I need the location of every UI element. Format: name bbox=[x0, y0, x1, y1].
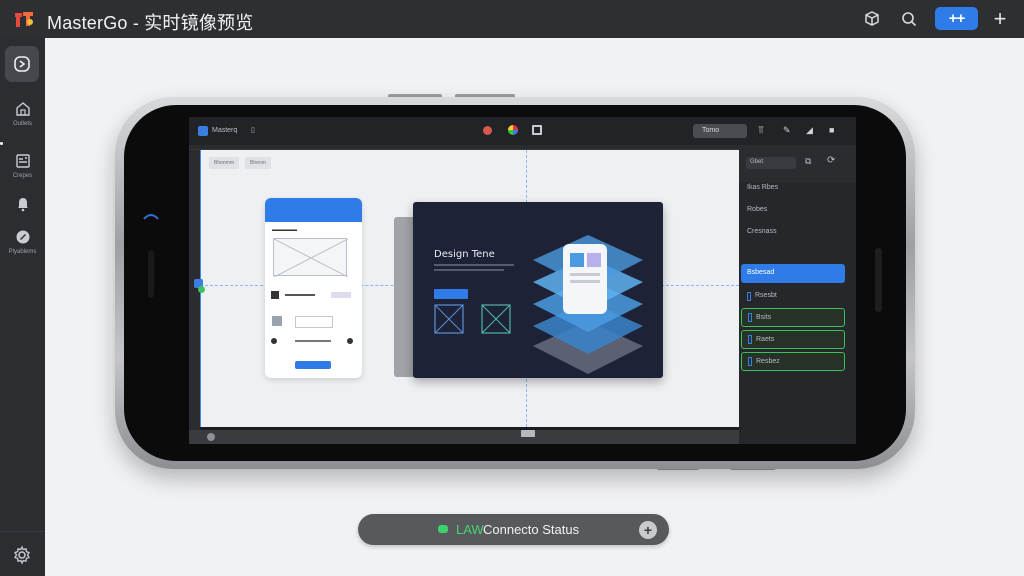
layer-item[interactable]: Ikas Rbes bbox=[741, 179, 845, 198]
layer-item[interactable]: Cresnass bbox=[741, 223, 845, 242]
layer-item-selected[interactable]: Bsbesad bbox=[741, 264, 845, 283]
artboard-chip[interactable]: Bhenmm bbox=[209, 157, 240, 169]
mobile-mockup[interactable]: ▬▬▬▬▬ bbox=[265, 198, 362, 378]
sidebar-item-notifications[interactable] bbox=[0, 195, 45, 213]
mockup-header bbox=[265, 198, 362, 222]
sidebar-item-outlets[interactable]: Outlets bbox=[0, 100, 45, 127]
mirror-icon bbox=[14, 56, 30, 72]
mirror-preview-button[interactable] bbox=[5, 46, 39, 82]
panel-header: Gbet bbox=[750, 159, 764, 165]
layers-icon bbox=[15, 154, 30, 168]
zoom-label: Tomo bbox=[702, 127, 720, 134]
sidebar-item-crepes[interactable]: Crepes bbox=[0, 152, 45, 179]
search-icon[interactable] bbox=[898, 8, 920, 30]
settings-icon[interactable] bbox=[207, 433, 215, 441]
refresh-icon[interactable]: ⟳ bbox=[827, 155, 835, 166]
connection-indicator-icon bbox=[438, 525, 448, 533]
image-placeholder bbox=[434, 304, 464, 334]
sidebar-divider bbox=[0, 531, 45, 532]
sidebar-item-plugins[interactable]: Plyablems bbox=[0, 228, 45, 255]
list-item bbox=[271, 291, 355, 301]
sidebar-item-label: Crepes bbox=[12, 173, 33, 179]
text-tool-icon[interactable]: ⫪ bbox=[758, 125, 764, 136]
image-placeholder bbox=[273, 238, 349, 278]
layer-item[interactable]: Bsits bbox=[741, 308, 845, 327]
home-icon bbox=[15, 102, 30, 116]
camera-icon bbox=[143, 214, 159, 220]
record-icon[interactable] bbox=[483, 126, 492, 135]
add-connection-button[interactable]: + bbox=[639, 521, 657, 539]
copy-icon[interactable]: ⧉ bbox=[805, 156, 811, 167]
mirror-app-name: Masterq bbox=[212, 127, 238, 134]
design-card-button bbox=[434, 289, 468, 299]
mirror-toolbar: Masterq ▯ Tomo ⫪ ✎ ◢ ■ bbox=[189, 117, 856, 145]
title-bar: MasterGo - 实时镜像预览 ++ + bbox=[0, 0, 1024, 38]
phone-speaker bbox=[875, 248, 882, 312]
phone-notch bbox=[148, 250, 154, 298]
text-line bbox=[434, 264, 514, 266]
pen-tool-icon[interactable]: ✎ bbox=[783, 125, 791, 136]
app-window: MasterGo - 实时镜像预览 ++ + Outlets Crepes Pl… bbox=[0, 0, 1024, 576]
add-button[interactable]: + bbox=[989, 6, 1011, 31]
connection-status-label: Connecto Status bbox=[483, 522, 580, 537]
sidebar-item-label: Plyablems bbox=[8, 249, 37, 255]
resize-handle[interactable] bbox=[521, 430, 535, 437]
artboard-footer bbox=[189, 430, 739, 444]
shape-tool-icon[interactable]: ◢ bbox=[806, 125, 813, 136]
layer-item[interactable]: Rsesbt bbox=[741, 287, 845, 306]
device-screen: Masterq ▯ Tomo ⫪ ✎ ◢ ■ Bhenmm Bhenm ▬▬▬▬… bbox=[189, 117, 856, 444]
guide-anchor[interactable] bbox=[198, 286, 205, 293]
list-item bbox=[271, 316, 355, 328]
layer-item[interactable]: Resbez bbox=[741, 352, 845, 371]
layer-item[interactable]: Robes bbox=[741, 201, 845, 220]
window-title: MasterGo - 实时镜像预览 bbox=[47, 13, 254, 33]
gear-icon[interactable] bbox=[12, 545, 32, 565]
text-line bbox=[434, 269, 504, 271]
layers-illustration bbox=[533, 235, 643, 374]
app-logo bbox=[198, 126, 208, 136]
artboard-chips: Bhenmm Bhenm bbox=[209, 157, 271, 169]
left-sidebar: Outlets Crepes Plyablems bbox=[0, 38, 45, 576]
fill-tool-icon[interactable]: ■ bbox=[829, 125, 834, 135]
layer-item[interactable]: Raets bbox=[741, 330, 845, 349]
file-icon[interactable]: ▯ bbox=[251, 126, 255, 134]
mockup-title: ▬▬▬▬▬ bbox=[272, 227, 297, 233]
share-button[interactable]: ++ bbox=[935, 7, 978, 30]
image-placeholder bbox=[481, 304, 511, 334]
mastergo-logo bbox=[15, 12, 33, 27]
artboard-chip[interactable]: Bhenm bbox=[245, 157, 271, 169]
connection-indicator-label: LAW bbox=[456, 522, 484, 537]
cube-icon[interactable] bbox=[861, 8, 883, 30]
color-wheel-icon[interactable] bbox=[508, 125, 518, 135]
list-item bbox=[271, 336, 355, 346]
design-card[interactable]: Design Tene bbox=[413, 202, 663, 378]
plugin-icon bbox=[16, 230, 29, 244]
frame-icon[interactable] bbox=[532, 125, 542, 135]
active-indicator bbox=[0, 142, 3, 145]
mockup-button bbox=[295, 361, 331, 369]
layers-panel: Gbet ⧉ ⟳ Ikas Rbes Robes Cresnass Bsbesa… bbox=[739, 145, 856, 444]
design-card-title: Design Tene bbox=[434, 249, 495, 260]
connection-status-bar: LAW Connecto Status + bbox=[358, 514, 669, 545]
bell-icon bbox=[17, 198, 28, 212]
sidebar-item-label: Outlets bbox=[12, 121, 32, 127]
